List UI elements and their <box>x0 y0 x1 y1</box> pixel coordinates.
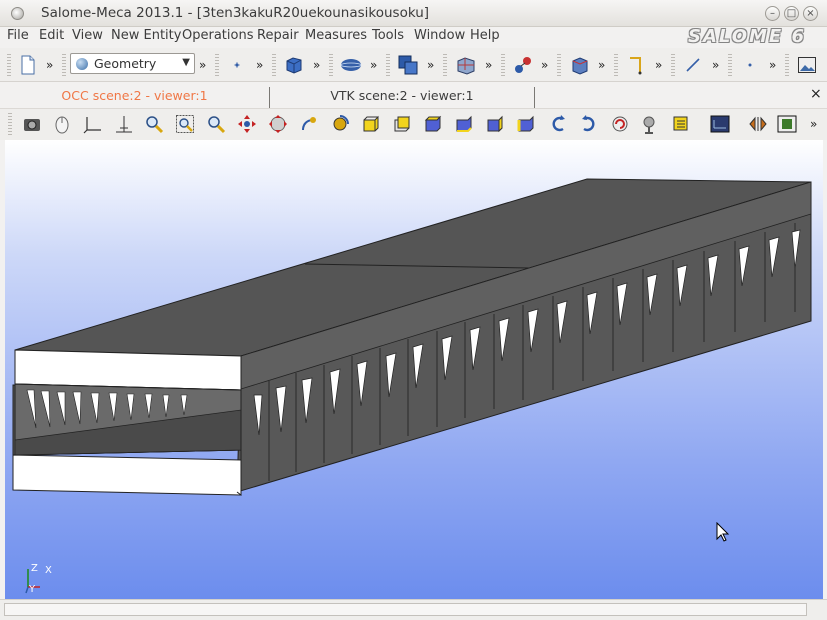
toolbar-more[interactable]: » <box>712 58 719 72</box>
rotate-icon[interactable] <box>267 113 289 135</box>
bottom-view-icon[interactable] <box>453 113 475 135</box>
menu-new-entity[interactable]: New Entity <box>111 28 181 43</box>
toolbar-more[interactable]: » <box>370 58 377 72</box>
horizontal-scrollbar[interactable] <box>4 603 807 616</box>
transform-icon[interactable] <box>512 54 534 76</box>
toolbar-grip[interactable] <box>329 54 333 76</box>
rotation-point-icon[interactable] <box>298 113 320 135</box>
toolbar-grip[interactable] <box>443 54 447 76</box>
view-settings-icon[interactable] <box>776 113 798 135</box>
tab-vtk-viewer[interactable]: VTK scene:2 - viewer:1 <box>270 87 535 108</box>
pan-icon[interactable] <box>236 113 258 135</box>
rotate-counterclockwise-icon[interactable] <box>547 113 569 135</box>
front-view-icon[interactable] <box>360 113 382 135</box>
menu-operations[interactable]: Operations <box>182 28 253 43</box>
menu-measures[interactable]: Measures <box>305 28 367 43</box>
boolean-union-icon[interactable] <box>397 54 419 76</box>
viewer-tabs: OCC scene:2 - viewer:1 VTK scene:2 - vie… <box>0 84 827 108</box>
toolbar-grip[interactable] <box>386 54 390 76</box>
toolbar-more[interactable]: » <box>655 58 662 72</box>
toolbar-more[interactable]: » <box>810 117 817 131</box>
geometry-icon <box>76 58 88 70</box>
toolbar-more[interactable]: » <box>427 58 434 72</box>
clone-view-icon[interactable] <box>640 113 662 135</box>
viewer-toolbar: » <box>0 108 827 140</box>
window-title: Salome-Meca 2013.1 - [3ten3kakuR20uekoun… <box>41 5 430 21</box>
ellipsoid-icon[interactable] <box>340 54 362 76</box>
menu-file[interactable]: File <box>7 28 29 43</box>
axis-y-label: Y <box>29 584 36 595</box>
top-view-icon[interactable] <box>422 113 444 135</box>
vertex-icon[interactable] <box>739 54 761 76</box>
mouse-cursor-icon <box>716 522 730 542</box>
salome-logo: SALOME 6 <box>688 26 807 47</box>
toolbar-more[interactable]: » <box>769 58 776 72</box>
toolbar-grip[interactable] <box>501 54 505 76</box>
app-icon[interactable] <box>11 7 24 20</box>
toolbar-grip[interactable] <box>728 54 732 76</box>
fit-all-icon[interactable] <box>143 113 165 135</box>
toolbar-more[interactable]: » <box>598 58 605 72</box>
fit-area-icon[interactable] <box>174 113 196 135</box>
menu-help[interactable]: Help <box>470 28 500 43</box>
interaction-style-icon[interactable] <box>747 113 769 135</box>
occ-3d-viewport[interactable]: Z X Y <box>5 140 823 599</box>
toolbar-more[interactable]: » <box>46 58 53 72</box>
point-icon[interactable] <box>226 54 248 76</box>
toolbar-grip[interactable] <box>785 54 789 76</box>
title-bar: Salome-Meca 2013.1 - [3ten3kakuR20uekoun… <box>0 0 827 27</box>
measure-icon[interactable] <box>626 54 648 76</box>
clipping-icon[interactable] <box>671 113 693 135</box>
toolbar-grip[interactable] <box>8 113 12 135</box>
toolbar-grip[interactable] <box>272 54 276 76</box>
axis-lines <box>25 569 40 594</box>
axis-triad: Z X Y <box>20 563 60 595</box>
close-button[interactable]: × <box>803 6 818 21</box>
explode-icon[interactable] <box>569 54 591 76</box>
toolbar-more[interactable]: » <box>199 58 206 72</box>
left-view-icon[interactable] <box>484 113 506 135</box>
minimize-button[interactable]: – <box>765 6 780 21</box>
axis-x-label: X <box>45 565 52 576</box>
module-select[interactable]: Geometry ▼ <box>70 53 195 74</box>
screenshot-icon[interactable] <box>796 54 818 76</box>
dump-view-icon[interactable] <box>21 113 43 135</box>
rotate-clockwise-icon[interactable] <box>578 113 600 135</box>
module-select-value: Geometry <box>94 56 157 71</box>
right-view-icon[interactable] <box>515 113 537 135</box>
partition-icon[interactable] <box>455 54 477 76</box>
toolbar-grip[interactable] <box>557 54 561 76</box>
new-document-icon[interactable] <box>17 54 39 76</box>
toolbar-grip[interactable] <box>671 54 675 76</box>
zoom-icon[interactable] <box>205 113 227 135</box>
graduated-axes-icon[interactable] <box>709 113 731 135</box>
bridge-model <box>12 178 812 496</box>
global-pan-icon[interactable] <box>113 113 135 135</box>
toolbar-more[interactable]: » <box>313 58 320 72</box>
toolbar-more[interactable]: » <box>541 58 548 72</box>
axis-z-label: Z <box>31 563 38 574</box>
toolbar-grip[interactable] <box>7 54 11 76</box>
toolbar-grip[interactable] <box>614 54 618 76</box>
toolbar-more[interactable]: » <box>256 58 263 72</box>
menu-view[interactable]: View <box>72 28 103 43</box>
toolbar-grip[interactable] <box>62 54 66 76</box>
tab-occ-viewer[interactable]: OCC scene:2 - viewer:1 <box>0 87 270 108</box>
mouse-icon[interactable] <box>51 113 73 135</box>
maximize-button[interactable]: □ <box>784 6 799 21</box>
line-icon[interactable] <box>682 54 704 76</box>
menu-edit[interactable]: Edit <box>39 28 64 43</box>
reset-view-icon[interactable] <box>609 113 631 135</box>
toolbar-more[interactable]: » <box>485 58 492 72</box>
back-view-icon[interactable] <box>391 113 413 135</box>
box-icon[interactable] <box>283 54 305 76</box>
chevron-down-icon: ▼ <box>182 57 190 68</box>
show-trihedron-icon[interactable] <box>82 113 104 135</box>
rotate-view-icon[interactable] <box>329 113 351 135</box>
menu-tools[interactable]: Tools <box>372 28 404 43</box>
close-viewer-button[interactable]: × <box>810 86 822 102</box>
menu-repair[interactable]: Repair <box>257 28 299 43</box>
toolbar-grip[interactable] <box>215 54 219 76</box>
menu-window[interactable]: Window <box>414 28 465 43</box>
